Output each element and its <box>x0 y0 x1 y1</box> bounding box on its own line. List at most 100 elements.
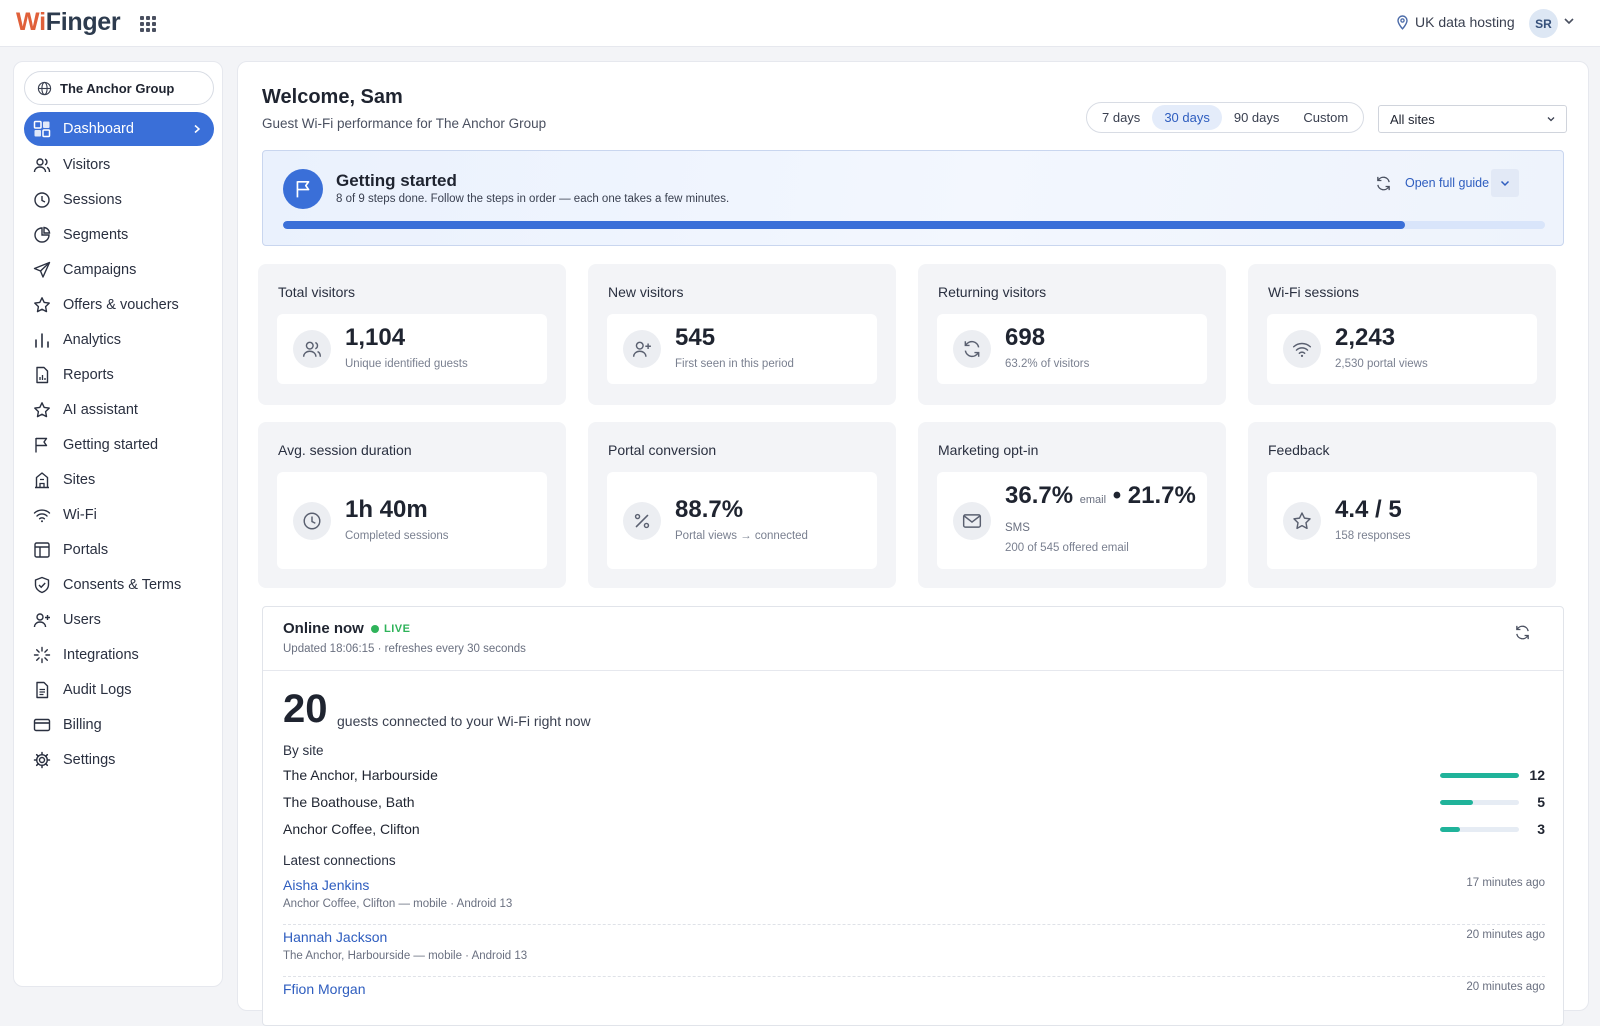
layout-icon <box>34 541 50 558</box>
getting-started-description: 8 of 9 steps done. Follow the steps in o… <box>336 193 730 205</box>
live-indicator: LIVE <box>371 623 410 635</box>
flag-icon <box>35 437 48 452</box>
metric-value: 545 <box>675 324 716 351</box>
sidebar-item-settings[interactable]: Settings <box>24 742 214 777</box>
clock-icon <box>293 502 331 540</box>
metric-body: 1h 40m Completed sessions <box>277 472 547 569</box>
sidebar-item-users[interactable]: Users <box>24 602 214 637</box>
sidebar-item-sessions[interactable]: Sessions <box>24 182 214 217</box>
range-90-days[interactable]: 90 days <box>1222 105 1292 130</box>
wifinger-logo[interactable]: WiFinger <box>16 8 121 37</box>
site-bar <box>1440 827 1519 832</box>
metric-title: Portal conversion <box>608 442 717 458</box>
report-icon <box>36 366 49 383</box>
site-count: 12 <box>1529 767 1545 783</box>
connection-guest-link[interactable]: Hannah Jackson <box>283 929 387 945</box>
site-row: The Boathouse, Bath 5 <box>283 792 1545 814</box>
site-bar-fill <box>1440 773 1519 778</box>
sidebar-item-billing[interactable]: Billing <box>24 707 214 742</box>
metric-card-marketing-opt-in: Marketing opt-in 36.7% email • 21.7% SMS… <box>918 422 1226 588</box>
metric-sub: First seen in this period <box>675 358 794 370</box>
metric-sub: 63.2% of visitors <box>1005 358 1090 370</box>
collapse-guide-button[interactable] <box>1491 169 1519 197</box>
sidebar-item-label: Campaigns <box>63 261 137 278</box>
sidebar-item-getting-started[interactable]: Getting started <box>24 427 214 462</box>
sidebar-item-visitors[interactable]: Visitors <box>24 147 214 182</box>
range-custom[interactable]: Custom <box>1291 105 1360 130</box>
getting-started-banner: Getting started 8 of 9 steps done. Follo… <box>262 150 1564 246</box>
site-filter-select[interactable]: All sites <box>1378 105 1567 133</box>
site-row: The Anchor, Harbourside 12 <box>283 765 1545 787</box>
metric-body: 545 First seen in this period <box>607 314 877 384</box>
site-bar <box>1440 773 1519 778</box>
range-7-days[interactable]: 7 days <box>1090 105 1152 130</box>
chevron-down-icon[interactable] <box>1563 15 1575 27</box>
sidebar-item-label: Sites <box>63 471 96 488</box>
sidebar-item-offers[interactable]: Offers & vouchers <box>24 287 214 322</box>
card-icon <box>33 718 51 731</box>
metric-card-portal-conversion: Portal conversion 88.7% Portal views → c… <box>588 422 896 588</box>
metric-value: 698 <box>1005 324 1046 351</box>
connection-guest-link[interactable]: Aisha Jenkins <box>283 877 369 893</box>
page-title: Welcome, Sam <box>262 86 403 108</box>
user-avatar[interactable]: SR <box>1529 9 1558 38</box>
star-icon <box>34 296 50 312</box>
percent-icon <box>623 502 661 540</box>
range-30-days[interactable]: 30 days <box>1152 105 1222 130</box>
sidebar-item-integrations[interactable]: Integrations <box>24 637 214 672</box>
wifi-icon <box>33 508 51 522</box>
metric-body: 36.7% email • 21.7% SMS 200 of 545 offer… <box>937 472 1207 569</box>
sidebar-item-label: Settings <box>63 751 116 768</box>
chevron-down-icon <box>1500 180 1510 187</box>
progress-fill <box>283 221 1405 229</box>
users-icon <box>293 330 331 368</box>
getting-started-progress <box>283 221 1545 229</box>
sidebar-item-campaigns[interactable]: Campaigns <box>24 252 214 287</box>
date-range-selector: 7 days 30 days 90 days Custom <box>1086 102 1365 133</box>
metric-body: 1,104 Unique identified guests <box>277 314 547 384</box>
sidebar-item-label: Visitors <box>63 156 111 173</box>
sidebar-item-label: Sessions <box>63 191 122 208</box>
org-name: The Anchor Group <box>60 80 175 96</box>
sidebar-item-segments[interactable]: Segments <box>24 217 214 252</box>
sidebar-item-ai-assistant[interactable]: AI assistant <box>24 392 214 427</box>
sidebar-item-label: Users <box>63 611 101 628</box>
opt-in-values: 36.7% email • 21.7% <box>1005 482 1196 510</box>
site-row: Anchor Coffee, Clifton 3 <box>283 819 1545 841</box>
metric-title: Returning visitors <box>938 284 1047 300</box>
site-bar-fill <box>1440 800 1473 805</box>
metric-title: Marketing opt-in <box>938 442 1039 458</box>
metric-body: 698 63.2% of visitors <box>937 314 1207 384</box>
org-switcher[interactable]: The Anchor Group <box>24 71 214 105</box>
sidebar-item-wifi[interactable]: Wi-Fi <box>24 497 214 532</box>
sidebar-item-sites[interactable]: Sites <box>24 462 214 497</box>
sidebar-item-audit-logs[interactable]: Audit Logs <box>24 672 214 707</box>
apps-grid-icon[interactable] <box>140 16 156 32</box>
users-icon <box>33 157 51 172</box>
sidebar-item-label: Analytics <box>63 331 122 348</box>
sidebar-item-consents[interactable]: Consents & Terms <box>24 567 214 602</box>
connection-guest-link[interactable]: Ffion Morgan <box>283 981 365 997</box>
integrations-icon <box>33 646 51 663</box>
online-now-header: Online now LIVE Updated 18:06:15 · refre… <box>263 607 1563 671</box>
refresh-icon[interactable] <box>1514 624 1531 641</box>
opt-in-sms-value: 21.7% <box>1127 482 1196 509</box>
sidebar-item-label: Offers & vouchers <box>63 296 179 313</box>
metric-title: Total visitors <box>278 284 356 300</box>
metric-sub: Portal views → connected <box>675 530 808 542</box>
metric-value: 88.7% <box>675 496 744 523</box>
sidebar-item-analytics[interactable]: Analytics <box>24 322 214 357</box>
open-full-guide-link[interactable]: Open full guide <box>1405 176 1489 190</box>
sidebar-item-reports[interactable]: Reports <box>24 357 214 392</box>
sidebar-item-label: Wi-Fi <box>63 506 97 523</box>
logo-wi: Wi <box>16 8 46 36</box>
connection-time: 17 minutes ago <box>1466 877 1545 889</box>
metric-sub: Unique identified guests <box>345 358 468 370</box>
star-icon <box>1283 502 1321 540</box>
sidebar-item-dashboard[interactable]: Dashboard <box>24 112 214 146</box>
sidebar-item-label: Audit Logs <box>63 681 132 698</box>
sidebar-item-portals[interactable]: Portals <box>24 532 214 567</box>
metric-sub: 200 of 545 offered email <box>1005 542 1129 554</box>
metric-card-wifi-sessions: Wi-Fi sessions 2,243 2,530 portal views <box>1248 264 1556 405</box>
refresh-icon[interactable] <box>1375 175 1392 192</box>
